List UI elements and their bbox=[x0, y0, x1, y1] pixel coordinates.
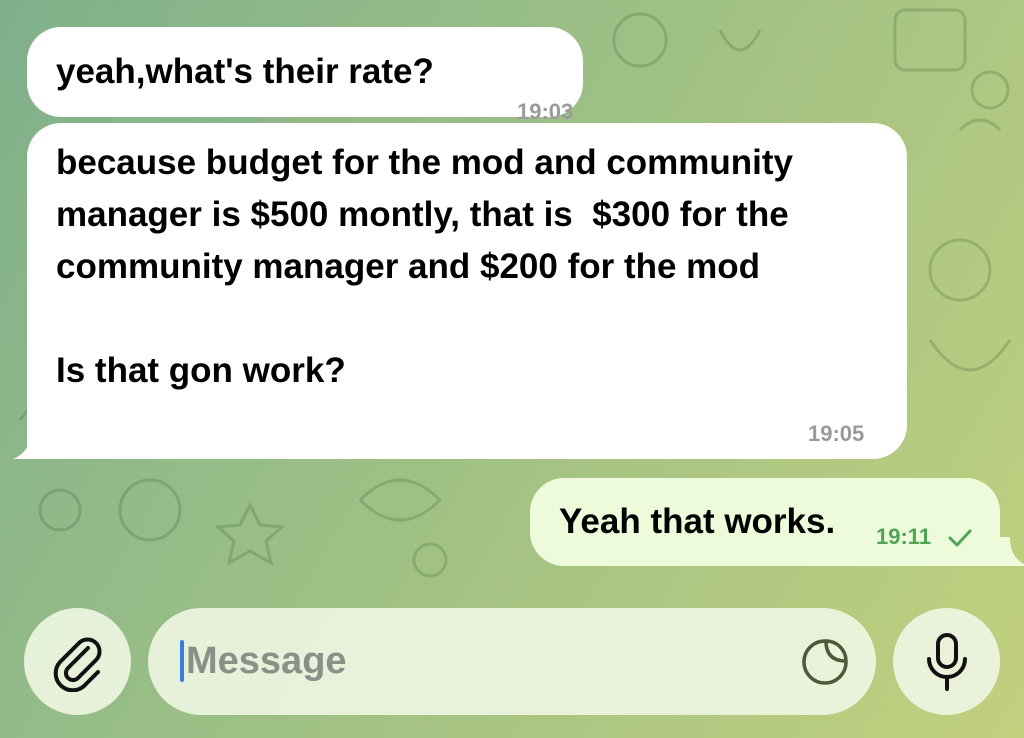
message-input[interactable] bbox=[186, 608, 786, 715]
text-caret bbox=[180, 640, 184, 682]
message-composer bbox=[0, 595, 1024, 738]
microphone-icon bbox=[926, 632, 967, 691]
attach-button[interactable] bbox=[24, 608, 131, 715]
message-text: Yeah that works. bbox=[559, 502, 836, 541]
voice-record-button[interactable] bbox=[893, 608, 1000, 715]
message-time: 19:03 bbox=[517, 99, 574, 124]
sticker-icon[interactable] bbox=[800, 637, 850, 687]
bubble-tail bbox=[998, 537, 1024, 566]
message-time: 19:05 bbox=[808, 421, 865, 446]
message-text: yeah,what's their rate? bbox=[56, 52, 434, 91]
message-input-field[interactable] bbox=[148, 608, 876, 715]
message-time: 19:11 bbox=[876, 524, 932, 549]
paperclip-icon bbox=[53, 637, 101, 692]
message-text: because budget for the mod and community… bbox=[56, 143, 794, 390]
read-check-icon bbox=[948, 529, 972, 547]
message-bubble-incoming[interactable]: yeah,what's their rate? 19:03 bbox=[27, 27, 583, 124]
bubble-tail bbox=[13, 430, 43, 459]
message-bubble-outgoing[interactable]: Yeah that works. 19:11 bbox=[530, 478, 1000, 566]
message-bubble-incoming[interactable]: because budget for the mod and community… bbox=[27, 123, 907, 459]
